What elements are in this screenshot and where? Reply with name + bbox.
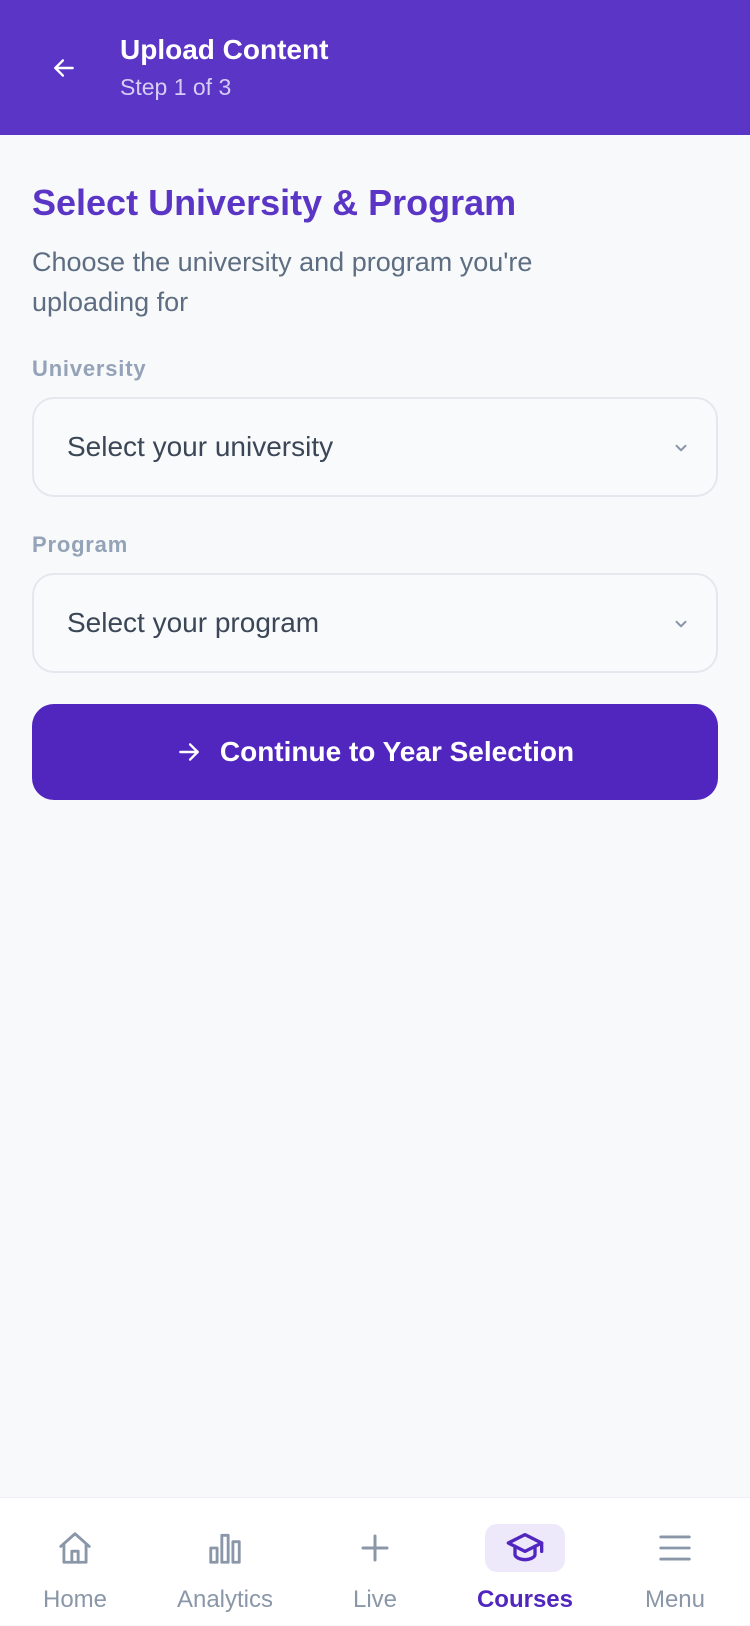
continue-button[interactable]: Continue to Year Selection (32, 704, 718, 800)
program-select-value: Select your program (67, 607, 320, 638)
graduation-cap-icon (506, 1533, 544, 1562)
continue-button-label: Continue to Year Selection (219, 736, 575, 767)
program-label: Program (32, 532, 129, 557)
university-label: University (32, 356, 147, 381)
header-title: Upload Content (120, 34, 329, 65)
chevron-down-icon (675, 444, 687, 452)
arrow-left-icon (54, 59, 74, 77)
nav-label-analytics: Analytics (176, 1586, 274, 1613)
university-select-value: Select your university (67, 431, 334, 462)
nav-item-courses[interactable]: Courses (450, 1498, 600, 1626)
back-button[interactable] (44, 48, 84, 88)
header-step-indicator: Step 1 of 3 (120, 74, 232, 100)
section-title: Select University & Program (32, 182, 517, 223)
nav-item-analytics[interactable]: Analytics (150, 1498, 300, 1626)
nav-item-home[interactable]: Home (0, 1498, 150, 1626)
section-description: Choose the university and program you're… (32, 247, 533, 317)
plus-icon (361, 1534, 389, 1562)
home-icon (59, 1532, 91, 1564)
nav-label-menu: Menu (644, 1586, 706, 1613)
nav-active-indicator (485, 1524, 565, 1572)
chevron-down-icon (675, 620, 687, 628)
app-header: Upload Content Step 1 of 3 (0, 0, 750, 135)
program-select[interactable]: Select your program (32, 573, 718, 673)
nav-item-live[interactable]: Live (300, 1498, 450, 1626)
nav-label-home: Home (42, 1586, 108, 1613)
nav-item-menu[interactable]: Menu (600, 1498, 750, 1626)
menu-icon (659, 1535, 691, 1561)
nav-label-live: Live (352, 1586, 398, 1613)
bottom-navigation: Home Analytics Live Courses Menu (0, 1497, 750, 1625)
university-select[interactable]: Select your university (32, 397, 718, 497)
nav-label-courses: Courses (476, 1586, 574, 1613)
bar-chart-icon (209, 1533, 241, 1564)
arrow-right-icon (179, 743, 199, 761)
